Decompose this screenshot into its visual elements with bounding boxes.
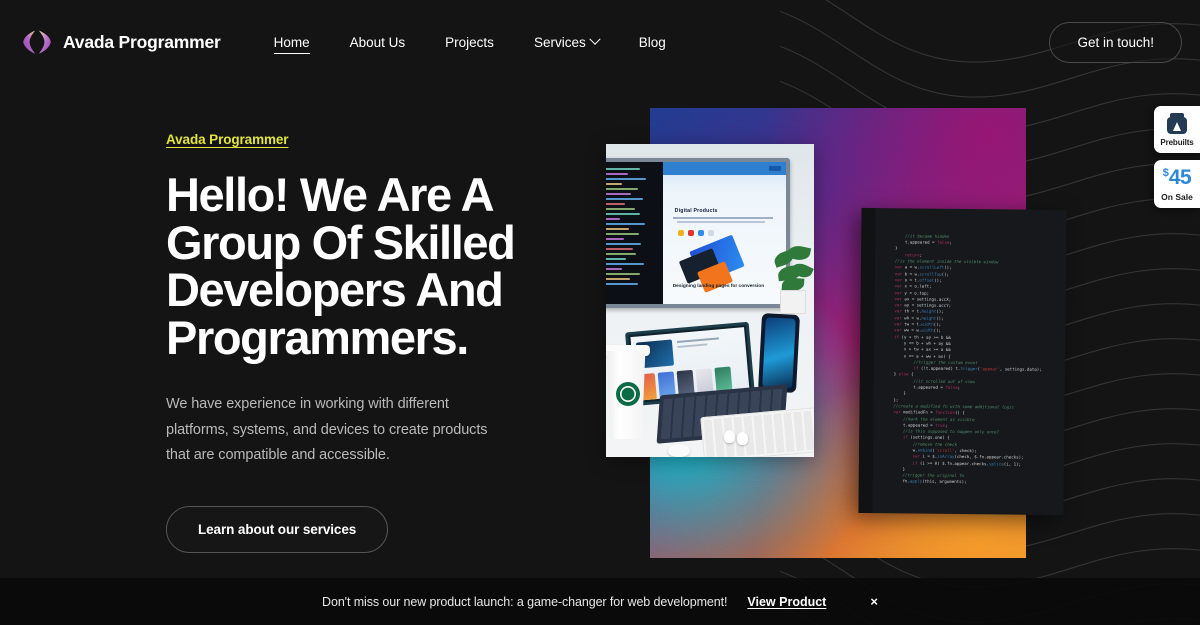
phone-in-photo <box>757 313 801 393</box>
close-icon[interactable]: × <box>870 595 878 608</box>
monitor-page-title: Digital Products <box>674 208 718 214</box>
hero-description: We have experience in working with diffe… <box>166 396 488 463</box>
widget-on-sale[interactable]: $45 On Sale <box>1154 160 1200 208</box>
nav-item-label: Blog <box>638 34 666 50</box>
view-product-link[interactable]: View Product <box>747 595 826 609</box>
notification-message: Don't miss our new product launch: a gam… <box>322 594 728 609</box>
plant-in-photo <box>772 242 814 314</box>
code-lines: //it became hidden t.appeared = false; }… <box>882 233 1042 485</box>
widget-prebuilts[interactable]: Prebuilts <box>1154 106 1200 153</box>
nav-item-services[interactable]: Services <box>533 31 601 54</box>
nav-item-blog[interactable]: Blog <box>639 31 666 54</box>
hero-section: Avada Programmer Hello! We Are A Group O… <box>166 131 586 553</box>
earbuds-in-photo <box>724 430 750 445</box>
code-gutter <box>858 207 876 514</box>
widget-prebuilts-label: Prebuilts <box>1160 138 1194 147</box>
nav-item-label: Home <box>273 34 310 50</box>
monitor-page-caption: Designing landing pages for conversion <box>672 284 765 289</box>
notification-bar: Don't miss our new product launch: a gam… <box>0 578 1200 625</box>
page-title: Hello! We Are A Group Of Skilled Develop… <box>166 168 516 364</box>
widget-on-sale-label: On Sale <box>1161 192 1193 202</box>
primary-nav: Home About Us Projects Services Blog <box>273 31 666 54</box>
brand-logo[interactable]: Avada Programmer <box>22 28 221 56</box>
nav-item-home[interactable]: Home <box>273 31 310 54</box>
coffee-cup-logo <box>616 382 640 406</box>
desk-workspace-photo: Digital Products Designing landing pages… <box>606 144 814 457</box>
monitor-in-photo: Digital Products Designing landing pages… <box>606 158 790 308</box>
nav-item-label: About Us <box>349 34 406 50</box>
site-header: Avada Programmer Home About Us Projects … <box>0 0 1200 84</box>
mouse-in-photo <box>668 444 690 457</box>
get-in-touch-button[interactable]: Get in touch! <box>1049 22 1182 63</box>
avada-prebuilts-icon <box>1166 113 1188 135</box>
nav-item-projects[interactable]: Projects <box>445 31 494 54</box>
widget-price: $45 <box>1158 167 1196 188</box>
price-amount: 45 <box>1168 166 1192 189</box>
learn-about-services-button[interactable]: Learn about our services <box>166 505 389 553</box>
nav-item-label: Services <box>533 34 586 50</box>
nav-item-label: Projects <box>445 34 494 50</box>
side-widgets: Prebuilts $45 On Sale <box>1154 106 1200 215</box>
code-brackets-logo-icon <box>23 30 51 54</box>
price-currency: $ <box>1162 167 1169 179</box>
hero-eyebrow-link[interactable]: Avada Programmer <box>166 132 289 147</box>
page-root: Avada Programmer Home About Us Projects … <box>0 0 1200 625</box>
code-editor-panel: //it became hidden t.appeared = false; }… <box>858 207 1067 516</box>
brand-name: Avada Programmer <box>63 31 221 52</box>
nav-item-about-us[interactable]: About Us <box>350 31 406 54</box>
chevron-down-icon <box>589 33 601 45</box>
